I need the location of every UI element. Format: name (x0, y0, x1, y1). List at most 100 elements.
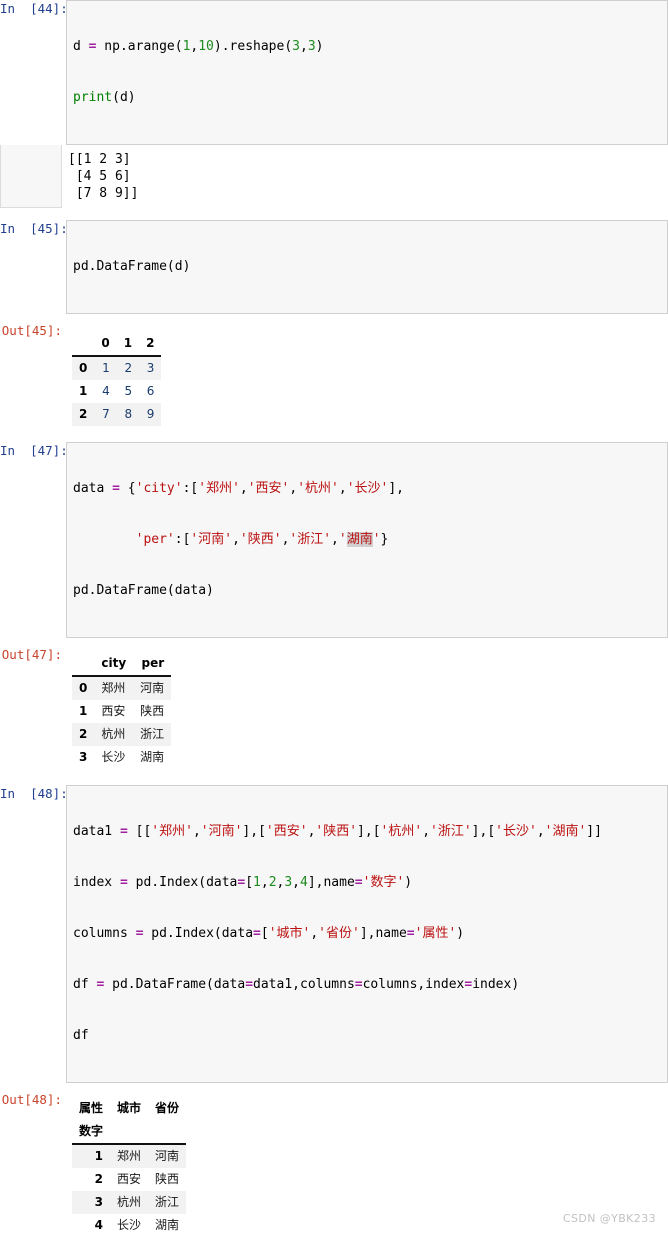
cell-value: 3 (146, 361, 155, 375)
cell-value: 杭州 (101, 727, 126, 741)
code-line: data1 = [['郑州','河南'],['西安','陕西'],['杭州','… (73, 824, 602, 839)
columns-name: 属性 (72, 1097, 111, 1120)
cell-value: 河南 (155, 1149, 180, 1163)
corner-cell (72, 332, 95, 357)
table-row: 2 7 8 9 (72, 403, 162, 426)
row-index: 1 (79, 704, 88, 718)
cell-value: 8 (124, 407, 133, 421)
cell-value: 河南 (140, 681, 165, 695)
out-prompt-48: Out[48]: (1, 1092, 62, 1107)
in-prompt-45: In [45]: (0, 221, 68, 236)
cell-value: 5 (124, 384, 133, 398)
code-editor-48[interactable]: data1 = [['郑州','河南'],['西安','陕西'],['杭州','… (66, 785, 668, 1083)
column-header: 0 (94, 332, 117, 357)
in-prompt-47: In [47]: (0, 443, 68, 458)
cell-value: 6 (146, 384, 155, 398)
code-line: data = {'city':['郑州','西安','杭州','长沙'], (73, 481, 405, 496)
cell-value: 湖南 (155, 1218, 180, 1232)
output-gutter (0, 145, 62, 208)
table-header-row: 0 1 2 (72, 332, 162, 357)
row-index: 2 (94, 1172, 104, 1186)
code-line: 'per':['河南','陕西','浙江','湖南'} (135, 532, 389, 547)
table-row: 0 1 2 3 (72, 356, 162, 380)
row-index: 2 (79, 727, 88, 741)
code-line: columns = pd.Index(data=['城市','省份'],name… (73, 926, 465, 941)
in-prompt-48: In [48]: (0, 786, 68, 801)
code-line: print(d) (73, 90, 136, 105)
output-cell-45: Out[45]: 0 1 2 0 1 2 3 1 4 5 6 2 7 8 9 (0, 322, 668, 426)
dataframe-wrap-47: city per 0 郑州 河南 1 西安 陕西 2 杭州 浙江 3 长沙 湖南 (66, 646, 668, 769)
code-editor-47[interactable]: data = {'city':['郑州','西安','杭州','长沙'], 'p… (66, 442, 668, 638)
table-columns-name-row: 属性 城市 省份 (72, 1097, 187, 1120)
dataframe-table-47: city per 0 郑州 河南 1 西安 陕西 2 杭州 浙江 3 长沙 湖南 (72, 652, 172, 769)
table-row: 1 西安 陕西 (72, 700, 172, 723)
dataframe-table-45: 0 1 2 0 1 2 3 1 4 5 6 2 7 8 9 (72, 332, 162, 426)
row-index: 1 (94, 1149, 104, 1163)
out-prompt-45: Out[45]: (1, 323, 62, 338)
table-header-row: city per (72, 652, 172, 677)
cell-value: 湖南 (140, 750, 165, 764)
row-index: 2 (79, 407, 88, 421)
stream-output-44: [[1 2 3] [4 5 6] [7 8 9]] (0, 145, 668, 208)
stdout-text-44: [[1 2 3] [4 5 6] [7 8 9]] (62, 145, 668, 208)
output-cell-47: Out[47]: city per 0 郑州 河南 1 西安 陕西 2 杭州 浙… (0, 646, 668, 769)
row-index: 3 (79, 750, 88, 764)
in-prompt-44: In [44]: (0, 1, 68, 16)
code-editor-45[interactable]: pd.DataFrame(d) (66, 220, 668, 314)
jupyter-notebook: In [44]: d = np.arange(1,10).reshape(3,3… (0, 0, 668, 1237)
code-line: df (73, 1028, 89, 1043)
cell-value: 2 (124, 361, 133, 375)
table-row: 0 郑州 河南 (72, 676, 172, 700)
row-index: 0 (79, 681, 88, 695)
code-cell-48[interactable]: In [48]: data1 = [['郑州','河南'],['西安','陕西'… (0, 785, 668, 1083)
cell-value: 9 (146, 407, 155, 421)
code-editor-44[interactable]: d = np.arange(1,10).reshape(3,3) print(d… (66, 0, 668, 145)
cell-value: 西安 (101, 704, 126, 718)
out-prompt-47: Out[47]: (1, 647, 62, 662)
row-index: 0 (79, 361, 88, 375)
table-index-name-row: 数字 (72, 1120, 187, 1145)
cell-value: 7 (102, 407, 110, 421)
cell-value: 陕西 (140, 704, 165, 718)
table-row: 2 西安 陕西 (72, 1168, 187, 1191)
cell-value: 郑州 (101, 681, 126, 695)
code-line: d = np.arange(1,10).reshape(3,3) (73, 39, 324, 54)
csdn-watermark: CSDN @YBK233 (562, 1212, 656, 1225)
code-line: df = pd.DataFrame(data=data1,columns=col… (73, 977, 520, 992)
dataframe-table-48: 属性 城市 省份 数字 1 郑州 河南 2 西安 陕西 3 杭州 浙江 4 长沙… (72, 1097, 187, 1237)
table-row: 1 郑州 河南 (72, 1144, 187, 1168)
table-row: 3 杭州 浙江 (72, 1191, 187, 1214)
column-header: city (94, 652, 134, 677)
column-header: 2 (139, 332, 162, 357)
index-name: 数字 (72, 1120, 111, 1145)
row-index: 1 (79, 384, 88, 398)
code-cell-47[interactable]: In [47]: data = {'city':['郑州','西安','杭州',… (0, 442, 668, 638)
column-header: 城市 (110, 1097, 149, 1120)
code-cell-45[interactable]: In [45]: pd.DataFrame(d) (0, 220, 668, 314)
cell-value: 长沙 (101, 750, 126, 764)
column-header: 1 (116, 332, 140, 357)
spacer-cell (110, 1120, 149, 1145)
cell-value: 郑州 (117, 1149, 142, 1163)
code-line: pd.DataFrame(d) (73, 259, 191, 274)
table-row: 4 长沙 湖南 (72, 1214, 187, 1237)
row-index: 3 (94, 1195, 104, 1209)
row-index: 4 (94, 1218, 104, 1232)
column-header: 省份 (148, 1097, 187, 1120)
code-line: pd.DataFrame(data) (73, 583, 214, 598)
dataframe-wrap-45: 0 1 2 0 1 2 3 1 4 5 6 2 7 8 9 (66, 322, 668, 426)
cell-value: 杭州 (117, 1195, 142, 1209)
cell-value: 浙江 (155, 1195, 180, 1209)
cell-value: 1 (102, 361, 110, 375)
cell-value: 浙江 (140, 727, 165, 741)
corner-cell (72, 652, 95, 677)
cell-value: 4 (102, 384, 110, 398)
code-line: index = pd.Index(data=[1,2,3,4],name='数字… (73, 875, 413, 890)
cell-value: 陕西 (155, 1172, 180, 1186)
table-row: 3 长沙 湖南 (72, 746, 172, 769)
table-row: 2 杭州 浙江 (72, 723, 172, 746)
column-header: per (133, 652, 172, 677)
spacer-cell (148, 1120, 187, 1145)
code-cell-44[interactable]: In [44]: d = np.arange(1,10).reshape(3,3… (0, 0, 668, 145)
table-row: 1 4 5 6 (72, 380, 162, 403)
